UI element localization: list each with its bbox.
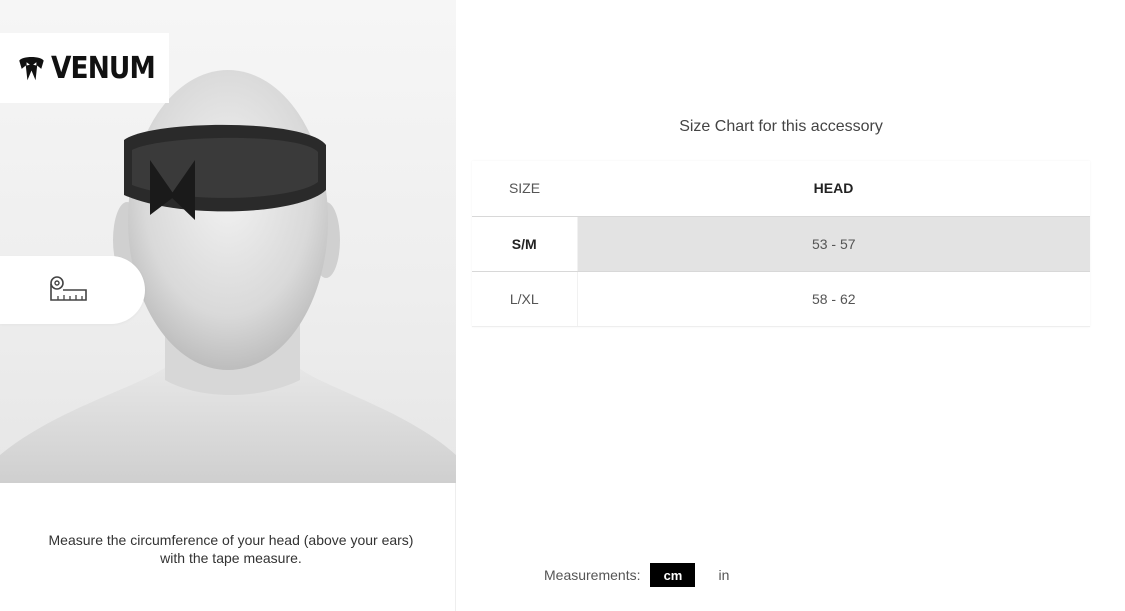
row-head-value: 53 - 57 — [577, 216, 1090, 272]
brand-logo: VENUM — [0, 33, 169, 103]
row-size-label: S/M — [472, 216, 578, 272]
left-panel: VENUM Measure the circumference of your … — [0, 0, 456, 611]
brand-name: VENUM — [50, 50, 156, 86]
size-chart-table: SIZE HEAD S/M 53 - 57 L/XL 58 - 62 — [472, 161, 1090, 327]
column-header-size: SIZE — [472, 161, 577, 217]
table-header-row: SIZE HEAD — [472, 161, 1090, 217]
measure-guide-tab[interactable] — [0, 256, 145, 324]
row-head-value: 58 - 62 — [577, 271, 1090, 327]
unit-cm-button[interactable]: cm — [650, 563, 696, 587]
measurement-unit-toggle: Measurements: cm in — [544, 563, 729, 587]
size-chart-title: Size Chart for this accessory — [679, 118, 883, 135]
measurements-label: Measurements: — [544, 567, 641, 583]
venum-snake-icon — [19, 57, 44, 81]
table-row-lxl[interactable]: L/XL 58 - 62 — [472, 271, 1090, 327]
unit-in-button[interactable]: in — [718, 567, 729, 583]
panel-divider — [455, 483, 456, 611]
table-row-sm[interactable]: S/M 53 - 57 — [472, 216, 1090, 272]
column-header-head: HEAD — [577, 161, 1090, 217]
measure-instructions: Measure the circumference of your head (… — [48, 532, 414, 566]
row-size-label: L/XL — [472, 271, 578, 327]
tape-measure-icon — [50, 276, 87, 301]
